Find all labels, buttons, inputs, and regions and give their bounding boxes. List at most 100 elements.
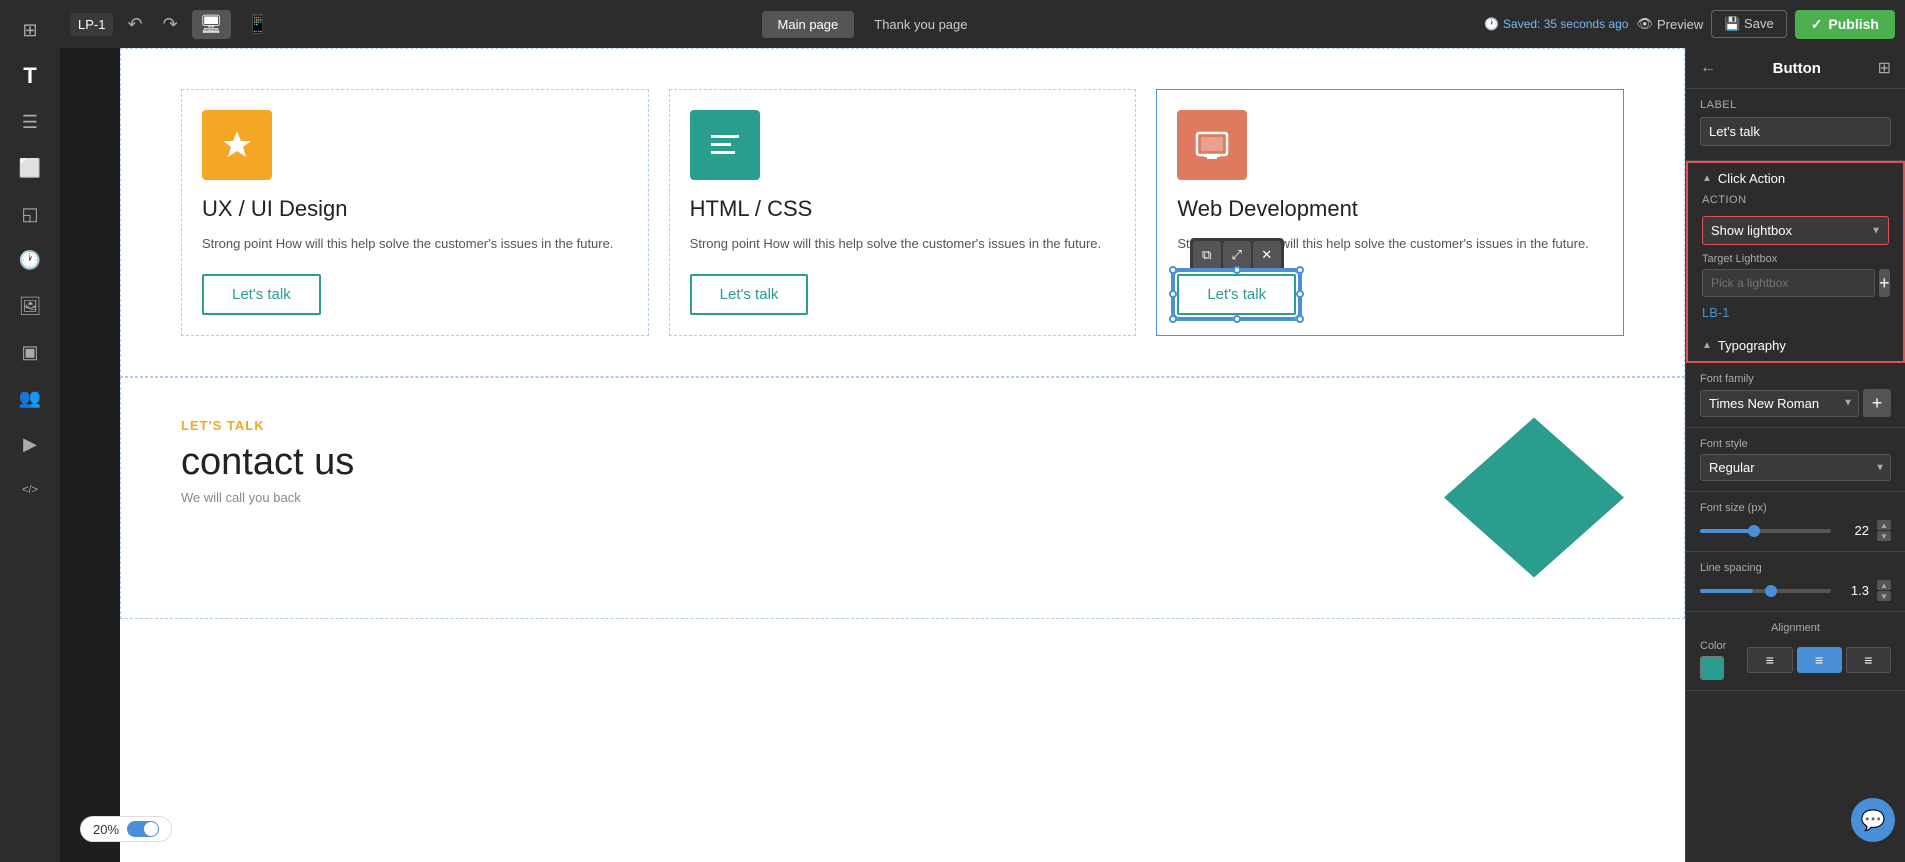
font-family-select[interactable]: Times New Roman <box>1700 390 1859 417</box>
service-btn-2[interactable]: Let's talk <box>690 274 809 315</box>
publish-button[interactable]: ✓ Publish <box>1795 10 1895 39</box>
click-action-header[interactable]: ▲ Click Action <box>1688 163 1903 194</box>
page-tabs: Main page Thank you page <box>762 11 984 38</box>
font-size-label: Font size (px) <box>1700 502 1891 514</box>
undo-button[interactable]: ↶ <box>121 10 148 39</box>
redo-button[interactable]: ↷ <box>157 10 184 39</box>
zoom-toggle[interactable] <box>127 821 159 837</box>
contact-label: LET'S TALK <box>181 418 883 433</box>
preview-button[interactable]: 👁 Preview <box>1636 16 1703 32</box>
font-size-increment[interactable]: ▲ <box>1877 520 1891 530</box>
action-label: Action <box>1702 194 1889 206</box>
line-spacing-slider[interactable] <box>1700 589 1831 593</box>
alignment-section: Alignment Color ≡ ≡ ≡ <box>1686 612 1905 691</box>
sidebar-item-code[interactable]: </> <box>10 470 50 510</box>
sidebar-item-team[interactable]: 👥 <box>10 378 50 418</box>
add-lightbox-button[interactable]: + <box>1879 269 1890 297</box>
line-spacing-decrement[interactable]: ▼ <box>1877 591 1891 601</box>
handle-bm <box>1233 315 1241 323</box>
font-style-select-wrapper: Regular <box>1700 454 1891 481</box>
desktop-view-button[interactable]: 🖥 <box>192 10 231 39</box>
color-label: Color <box>1700 640 1726 652</box>
service-card-2: HTML / CSS Strong point How will this he… <box>669 89 1137 336</box>
service-title-1: UX / UI Design <box>202 196 348 222</box>
font-add-button[interactable]: + <box>1863 389 1891 417</box>
service-desc-1: Strong point How will this help solve th… <box>202 234 613 254</box>
service-card-3: Web Development Strong point How will th… <box>1156 89 1624 336</box>
font-size-decrement[interactable]: ▼ <box>1877 531 1891 541</box>
color-swatch[interactable] <box>1700 656 1724 680</box>
line-spacing-spinners: ▲ ▼ <box>1877 580 1891 601</box>
service-btn-3[interactable]: Let's talk <box>1177 274 1296 315</box>
zoom-indicator: 20% <box>80 816 172 842</box>
target-lb-label: Target Lightbox <box>1702 253 1889 265</box>
handle-ml <box>1169 290 1177 298</box>
element-toolbar: ⧉ ⤢ ✕ <box>1190 238 1284 272</box>
action-dropdown-wrapper: Show lightbox <box>1702 216 1889 245</box>
typography-title: Typography <box>1718 338 1786 353</box>
align-left-button[interactable]: ≡ <box>1747 647 1792 673</box>
panel-title: Button <box>1724 60 1870 77</box>
font-style-select[interactable]: Regular <box>1700 454 1891 481</box>
sidebar-item-home[interactable]: ⊞ <box>10 10 50 50</box>
font-family-select-wrapper: Times New Roman <box>1700 390 1859 417</box>
panel-back-button[interactable]: ← <box>1700 59 1716 77</box>
font-size-slider[interactable] <box>1700 529 1831 533</box>
sidebar-item-widget[interactable]: ⬜ <box>10 148 50 188</box>
align-right-button[interactable]: ≡ <box>1846 647 1891 673</box>
sidebar-item-clock[interactable]: 🕐 <box>10 240 50 280</box>
label-input[interactable] <box>1700 117 1891 146</box>
contact-section: LET'S TALK contact us We will call you b… <box>120 377 1685 619</box>
service-card-1: UX / UI Design Strong point How will thi… <box>181 89 649 336</box>
tab-main-page[interactable]: Main page <box>762 11 855 38</box>
alignment-label: Alignment <box>1700 622 1891 634</box>
sidebar-item-text[interactable]: T <box>10 56 50 96</box>
service-btn-1[interactable]: Let's talk <box>202 274 321 315</box>
top-bar: LP-1 ↶ ↷ 🖥 📱 Main page Thank you page 🕐 … <box>60 0 1905 48</box>
service-icon-1 <box>202 110 272 180</box>
contact-subtitle: We will call you back <box>181 490 883 505</box>
action-dropdown[interactable]: Show lightbox <box>1702 216 1889 245</box>
service-title-2: HTML / CSS <box>690 196 813 222</box>
target-lightbox-input[interactable] <box>1702 269 1875 297</box>
service-title-3: Web Development <box>1177 196 1358 222</box>
font-family-section: Font family Times New Roman + <box>1686 363 1905 428</box>
target-lightbox-section: Target Lightbox + LB-1 <box>1688 253 1903 330</box>
chevron-up-icon: ▲ <box>1702 173 1712 184</box>
panel-grid-button[interactable]: ⊞ <box>1878 58 1891 78</box>
services-section: UX / UI Design Strong point How will thi… <box>120 48 1685 377</box>
font-family-row: Times New Roman + <box>1700 389 1891 417</box>
toolbar-duplicate-btn[interactable]: ⧉ <box>1193 241 1221 269</box>
saved-clock-icon: 🕐 <box>1484 17 1499 31</box>
align-center-button[interactable]: ≡ <box>1797 647 1842 673</box>
sidebar-item-video[interactable]: ▶ <box>10 424 50 464</box>
canvas-area: UX / UI Design Strong point How will thi… <box>120 48 1685 862</box>
toolbar-delete-btn[interactable]: ✕ <box>1253 241 1281 269</box>
sidebar-item-image[interactable]: 🖼 <box>10 286 50 326</box>
zoom-value: 20% <box>93 822 119 837</box>
target-lb-input-row: + <box>1702 269 1889 297</box>
preview-eye-icon: 👁 <box>1636 16 1653 32</box>
sidebar-item-rows[interactable]: ☰ <box>10 102 50 142</box>
toolbar-move-btn[interactable]: ⤢ <box>1223 241 1251 269</box>
line-spacing-increment[interactable]: ▲ <box>1877 580 1891 590</box>
project-name[interactable]: LP-1 <box>70 13 113 36</box>
decorative-shape <box>1444 418 1624 578</box>
service-icon-2 <box>690 110 760 180</box>
contact-right <box>923 418 1625 578</box>
sidebar-item-shape[interactable]: ◱ <box>10 194 50 234</box>
save-icon: 💾 <box>1724 16 1740 31</box>
lightbox-item-lb1[interactable]: LB-1 <box>1702 303 1889 322</box>
handle-tr <box>1296 266 1304 274</box>
chat-bubble[interactable]: 💬 <box>1851 798 1895 842</box>
service-desc-2: Strong point How will this help solve th… <box>690 234 1101 254</box>
mobile-view-button[interactable]: 📱 <box>239 10 277 39</box>
saved-text: Saved: 35 seconds ago <box>1503 17 1628 31</box>
click-action-section: ▲ Click Action Action Show lightbox Targ… <box>1686 161 1905 363</box>
line-spacing-label: Line spacing <box>1700 562 1891 574</box>
font-size-value: 22 <box>1839 523 1869 538</box>
sidebar-item-section[interactable]: ▣ <box>10 332 50 372</box>
save-button[interactable]: 💾 Save <box>1711 10 1786 38</box>
typography-header[interactable]: ▲ Typography <box>1688 330 1903 361</box>
tab-thank-you-page[interactable]: Thank you page <box>858 11 983 38</box>
